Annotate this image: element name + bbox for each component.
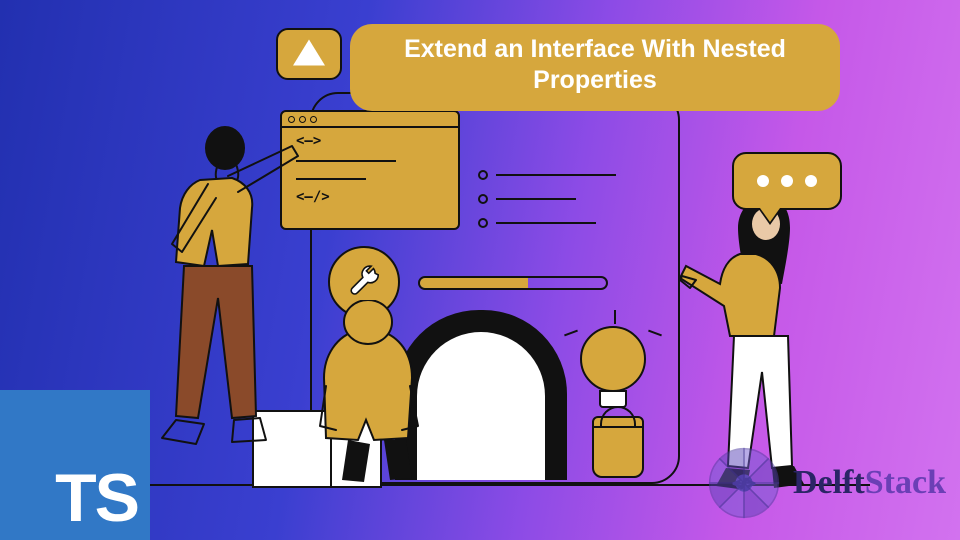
person-left [130, 120, 330, 490]
typescript-logo: TS [0, 390, 150, 540]
svg-text:</>: </> [733, 476, 756, 491]
brand-suffix: Stack [865, 464, 946, 501]
mandala-icon: </> [705, 444, 783, 522]
triangle-icon [293, 39, 325, 65]
progress-bar [418, 276, 608, 290]
list-lines [478, 170, 616, 242]
ts-logo-text: TS [55, 464, 150, 540]
dot-icon [757, 175, 769, 187]
brand-text: DelftStack [793, 466, 946, 500]
dot-icon [781, 175, 793, 187]
title-banner: Extend an Interface With Nested Properti… [350, 24, 840, 111]
delftstack-logo: </> DelftStack [705, 444, 946, 522]
paint-bucket-icon [592, 416, 644, 478]
brand-name: Delft [793, 464, 865, 501]
person-middle [308, 300, 478, 490]
dot-icon [805, 175, 817, 187]
alert-badge [276, 28, 342, 80]
speech-bubble [732, 152, 842, 210]
title-text: Extend an Interface With Nested Properti… [404, 35, 786, 94]
lightbulb-icon [580, 326, 646, 408]
